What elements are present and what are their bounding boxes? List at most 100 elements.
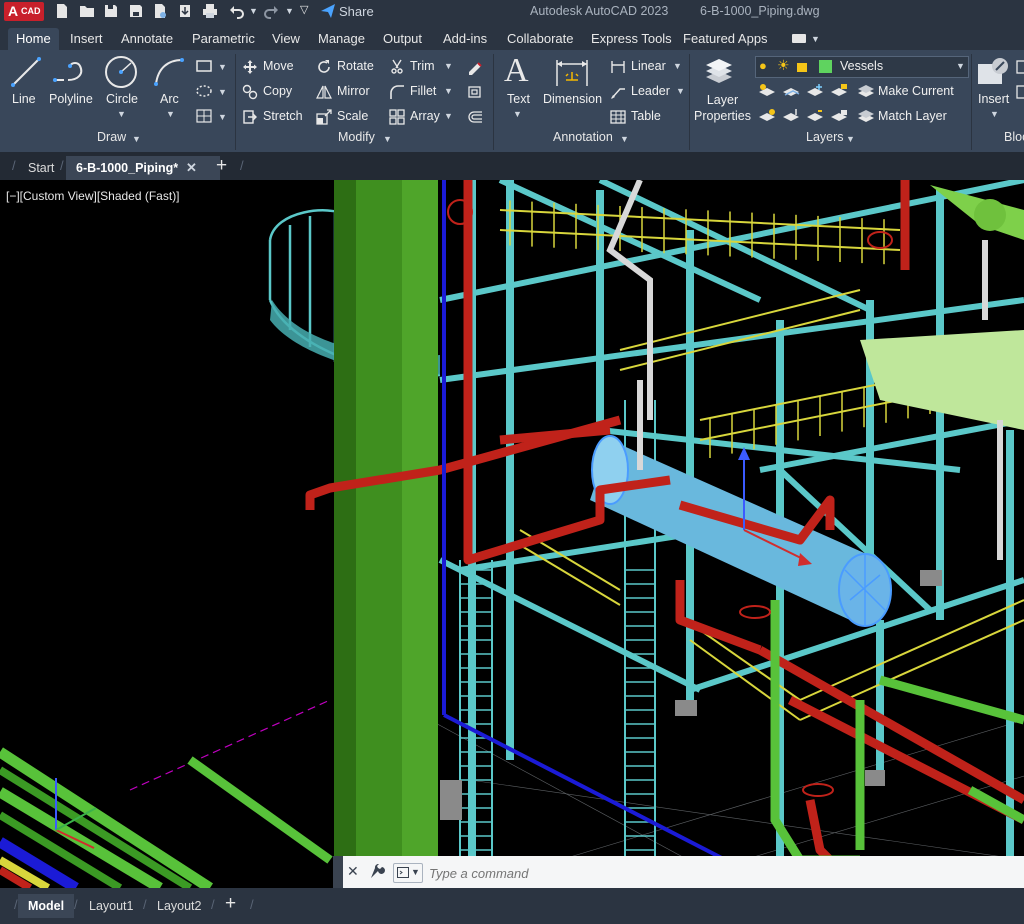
table-button[interactable]: Table xyxy=(610,105,661,127)
new-file-icon[interactable] xyxy=(54,3,70,19)
linear-caret[interactable]: ▼ xyxy=(673,61,682,71)
tab-add-ins[interactable]: Add-ins xyxy=(435,28,495,50)
open-web-icon[interactable] xyxy=(152,3,168,19)
tab-annotate[interactable]: Annotate xyxy=(113,28,181,50)
undo-icon[interactable] xyxy=(228,3,244,19)
annotation-panel-title[interactable]: Annotation xyxy=(553,130,613,144)
arc-dropdown-caret[interactable]: ▼ xyxy=(166,109,175,119)
save-icon[interactable] xyxy=(103,3,119,19)
tab-manage[interactable]: Manage xyxy=(310,28,373,50)
active-drawing-tab[interactable]: 6-B-1000_Piping* ✕ xyxy=(66,156,220,180)
layer-walk-icon[interactable] xyxy=(758,108,776,124)
tab-featured-apps[interactable]: Featured Apps xyxy=(675,28,776,50)
new-tab-icon[interactable]: + xyxy=(216,155,227,177)
draw-panel-caret[interactable]: ▼ xyxy=(132,134,141,144)
ribbon-display-toggle[interactable] xyxy=(792,34,806,43)
tab-collaborate[interactable]: Collaborate xyxy=(499,28,582,50)
app-menu-button[interactable]: A CAD xyxy=(4,2,44,21)
offset-icon[interactable] xyxy=(466,109,484,125)
customize-qat-icon[interactable]: ▽ xyxy=(300,3,308,16)
layer-properties-button[interactable]: Layer Properties xyxy=(694,92,751,124)
recent-commands-button[interactable]: ▼ xyxy=(393,863,423,883)
fillet-caret[interactable]: ▼ xyxy=(444,86,453,96)
move-button[interactable]: Move xyxy=(242,55,294,77)
modify-panel-title[interactable]: Modify xyxy=(338,130,375,144)
layer-isolate-icon[interactable] xyxy=(782,83,800,99)
trim-button[interactable]: Trim xyxy=(389,55,435,77)
customize-wrench-icon[interactable] xyxy=(369,864,385,880)
layers-panel-caret[interactable]: ▼ xyxy=(846,134,855,144)
layer-off-icon[interactable] xyxy=(758,83,776,99)
match-layer-button[interactable]: Match Layer xyxy=(878,105,947,127)
hatch-caret[interactable]: ▼ xyxy=(218,87,227,97)
line-button[interactable]: Line xyxy=(12,92,36,106)
mirror-button[interactable]: Mirror xyxy=(316,80,370,102)
gradient-icon[interactable] xyxy=(195,108,213,124)
start-tab[interactable]: Start xyxy=(18,156,64,180)
model-tab[interactable]: Model xyxy=(18,894,75,918)
array-caret[interactable]: ▼ xyxy=(444,111,453,121)
open-folder-icon[interactable] xyxy=(79,3,95,19)
undo-dropdown-caret[interactable]: ▼ xyxy=(249,6,258,16)
gradient-caret[interactable]: ▼ xyxy=(218,112,227,122)
share-label[interactable]: Share xyxy=(339,4,374,19)
leader-button[interactable]: Leader xyxy=(610,80,670,102)
edit-block-icon[interactable] xyxy=(1016,84,1024,100)
modify-panel-caret[interactable]: ▼ xyxy=(383,134,392,144)
explode-icon[interactable] xyxy=(466,84,484,100)
insert-block-button[interactable]: Insert xyxy=(978,92,1009,106)
layer-dropdown[interactable]: ● ☀ Vessels ▼ xyxy=(755,56,969,78)
rectangle-caret[interactable]: ▼ xyxy=(218,62,227,72)
arc-button[interactable]: Arc xyxy=(160,92,179,106)
text-dropdown-caret[interactable]: ▼ xyxy=(513,109,522,119)
draw-panel-title[interactable]: Draw xyxy=(97,130,126,144)
block-panel-title[interactable]: Bloc xyxy=(1004,130,1024,144)
tab-output[interactable]: Output xyxy=(375,28,430,50)
trim-caret[interactable]: ▼ xyxy=(444,61,453,71)
viewport-controls-label[interactable]: [−][Custom View][Shaded (Fast)] xyxy=(6,189,180,203)
tab-view[interactable]: View xyxy=(264,28,308,50)
save-web-icon[interactable] xyxy=(177,3,193,19)
layer-thaw-icon[interactable] xyxy=(806,108,824,124)
tab-parametric[interactable]: Parametric xyxy=(184,28,263,50)
circle-dropdown-caret[interactable]: ▼ xyxy=(117,109,126,119)
circle-button[interactable]: Circle xyxy=(106,92,138,106)
tab-insert[interactable]: Insert xyxy=(62,28,111,50)
redo-icon[interactable] xyxy=(264,3,280,19)
hatch-icon[interactable] xyxy=(195,83,213,99)
array-button[interactable]: Array xyxy=(389,105,440,127)
drawing-viewport[interactable]: [−][Custom View][Shaded (Fast)] ✕ ▼ xyxy=(0,180,1024,888)
text-button[interactable]: Text xyxy=(507,92,530,106)
plot-icon[interactable] xyxy=(202,3,218,19)
layer-lock-icon[interactable] xyxy=(830,83,848,99)
erase-icon[interactable] xyxy=(466,59,484,75)
plant-3d-model[interactable] xyxy=(0,180,1024,888)
redo-dropdown-caret[interactable]: ▼ xyxy=(285,6,294,16)
fillet-button[interactable]: Fillet xyxy=(389,80,436,102)
polyline-button[interactable]: Polyline xyxy=(49,92,93,106)
linear-button[interactable]: Linear xyxy=(610,55,666,77)
dimension-button[interactable]: Dimension xyxy=(543,92,602,106)
tab-home[interactable]: Home xyxy=(8,28,59,50)
layout2-tab[interactable]: Layout2 xyxy=(147,894,211,918)
rotate-button[interactable]: Rotate xyxy=(316,55,374,77)
close-tab-icon[interactable]: ✕ xyxy=(186,156,197,180)
make-current-button[interactable]: Make Current xyxy=(878,80,954,102)
save-as-icon[interactable] xyxy=(128,3,144,19)
layer-merge-icon[interactable] xyxy=(782,108,800,124)
insert-block-caret[interactable]: ▼ xyxy=(990,109,999,119)
rectangle-icon[interactable] xyxy=(195,58,213,74)
share-icon[interactable] xyxy=(320,3,336,19)
command-line-grip[interactable] xyxy=(333,856,343,888)
new-layout-icon[interactable]: + xyxy=(225,893,236,915)
tab-express-tools[interactable]: Express Tools xyxy=(583,28,680,50)
layout1-tab[interactable]: Layout1 xyxy=(79,894,143,918)
annotation-panel-caret[interactable]: ▼ xyxy=(620,134,629,144)
scale-button[interactable]: Scale xyxy=(316,105,368,127)
command-input[interactable] xyxy=(427,862,1011,884)
close-command-line-icon[interactable]: ✕ xyxy=(347,863,359,880)
layer-freeze-icon[interactable] xyxy=(806,83,824,99)
layer-unlock-icon[interactable] xyxy=(830,108,848,124)
command-line[interactable]: ✕ ▼ xyxy=(333,856,1024,888)
copy-button[interactable]: Copy xyxy=(242,80,292,102)
